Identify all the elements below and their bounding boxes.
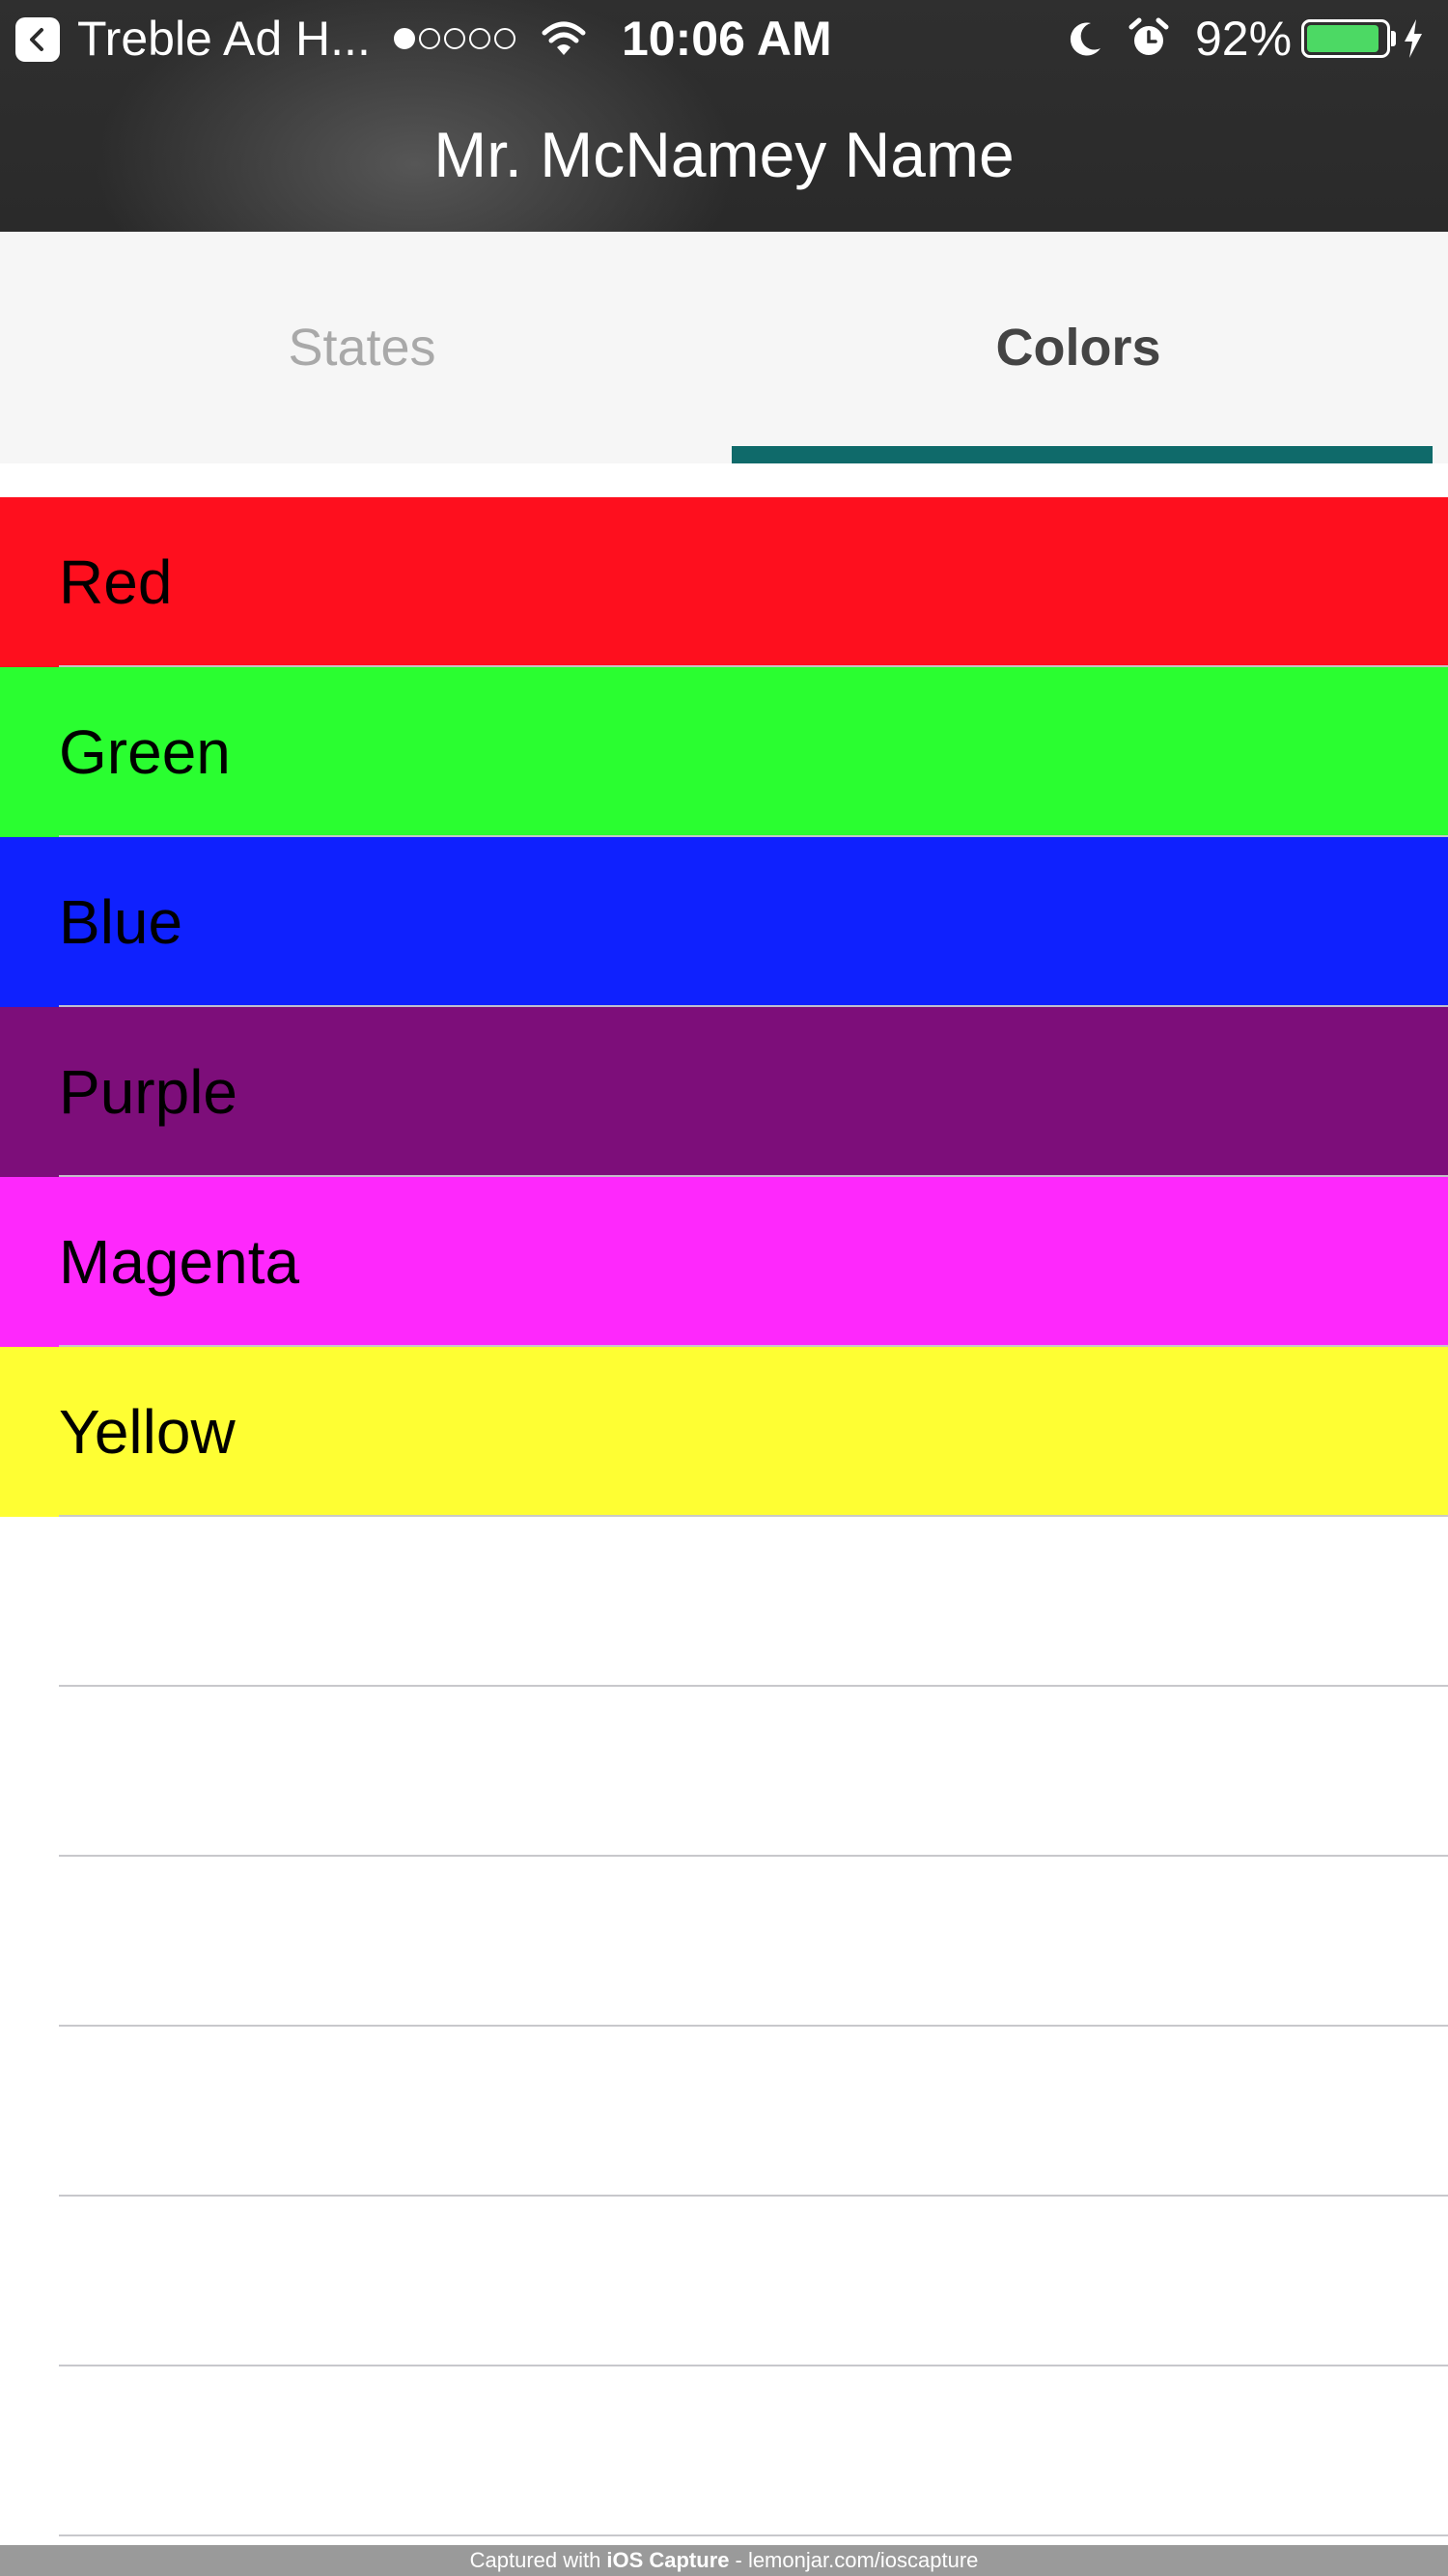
battery-icon [1301, 19, 1390, 58]
color-row-purple[interactable]: Purple [0, 1007, 1448, 1177]
chevron-left-icon [30, 28, 43, 51]
color-row-label: Green [59, 717, 231, 787]
tab-colors[interactable]: Colors [716, 232, 1440, 463]
color-row-magenta[interactable]: Magenta [0, 1177, 1448, 1347]
tab-states[interactable]: States [0, 232, 724, 463]
charging-bolt-icon [1402, 0, 1425, 77]
color-row-label: Purple [59, 1057, 237, 1127]
color-list: Red Green Blue Purple Magenta Yellow [0, 497, 1448, 2536]
color-row-yellow[interactable]: Yellow [0, 1347, 1448, 1517]
color-row-green[interactable]: Green [0, 667, 1448, 837]
watermark-brand: iOS Capture [606, 2548, 730, 2572]
color-row-label: Blue [59, 887, 183, 957]
capture-watermark: Captured with iOS Capture - lemonjar.com… [0, 2545, 1448, 2576]
signal-strength-icon [394, 0, 515, 77]
color-row-red[interactable]: Red [0, 497, 1448, 667]
alarm-clock-icon [1128, 0, 1170, 77]
wifi-icon [541, 0, 587, 77]
empty-list-row [0, 2027, 1448, 2197]
watermark-suffix: - lemonjar.com/ioscapture [735, 2548, 979, 2572]
page-title: Mr. McNamey Name [433, 119, 1015, 190]
status-time: 10:06 AM [622, 12, 832, 66]
back-app-name[interactable]: Treble Ad H... [77, 0, 371, 77]
status-bar: Treble Ad H... 10:06 AM 92% [0, 0, 1448, 77]
color-row-label: Yellow [59, 1397, 236, 1467]
color-row-blue[interactable]: Blue [0, 837, 1448, 1007]
color-row-label: Magenta [59, 1227, 300, 1297]
empty-list-row [0, 1687, 1448, 1857]
empty-list-row [0, 1517, 1448, 1687]
watermark-prefix: Captured with [469, 2548, 601, 2572]
empty-list-row [0, 2197, 1448, 2366]
empty-list-row [0, 2366, 1448, 2536]
battery-percent: 92% [1195, 12, 1293, 66]
color-row-label: Red [59, 547, 173, 617]
tab-bar: States Colors [0, 232, 1448, 463]
header: Treble Ad H... 10:06 AM 92% Mr. McNamey … [0, 0, 1448, 232]
empty-list-row [0, 1857, 1448, 2027]
battery-tip [1391, 31, 1396, 46]
selected-tab-indicator [732, 446, 1433, 463]
do-not-disturb-moon-icon [1066, 0, 1104, 77]
back-to-app-button[interactable] [15, 17, 60, 62]
